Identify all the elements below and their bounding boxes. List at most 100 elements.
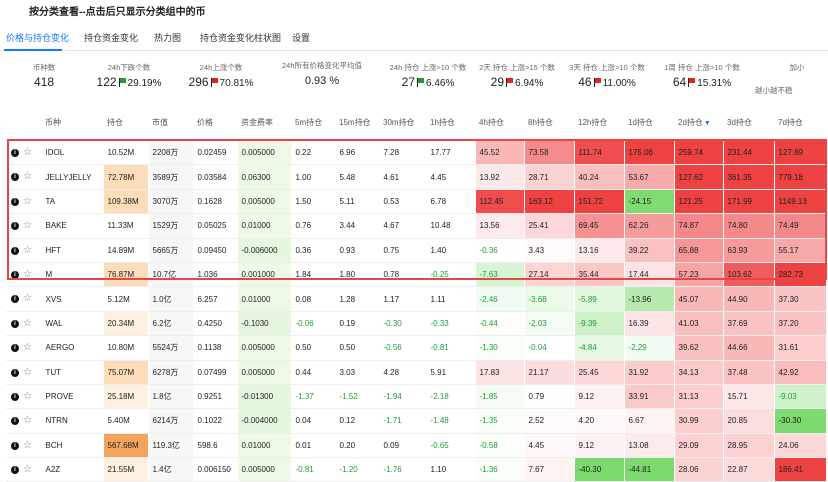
star-icon[interactable]: ☆ [23,318,32,328]
table-row[interactable]: i ☆ TUT 75.07M 6278万 0.07499 0.005000 0.44 3.03 4… [6,360,827,385]
info-icon[interactable]: i [11,392,19,401]
oi-change-cell: 112.45 [475,189,525,215]
star-icon[interactable]: ☆ [23,367,32,377]
oi-change-cell: -1.85 [475,384,525,410]
funding-rate: 0.005000 [237,335,292,361]
column-header-1[interactable]: 币种 [41,104,103,141]
column-header-12[interactable]: 12h持仓 [574,104,624,141]
info-icon[interactable]: i [11,466,19,475]
column-header-11[interactable]: 8h持仓 [524,104,574,141]
info-icon[interactable]: i [11,271,19,280]
table-row[interactable]: i ☆ BAKE 11.33M 1529万 0.05025 0.01000 0.76 3.44 4… [6,213,827,239]
table-row[interactable]: i ☆ HFT 14.89M 5665万 0.09450 -0.006000 0.36 0.93… [6,238,827,263]
star-icon[interactable]: ☆ [23,245,32,255]
tab-heatmap[interactable]: 热力图 [154,31,181,44]
oi-change-cell: -30.30 [774,408,827,434]
star-icon[interactable]: ☆ [23,391,32,401]
table-row[interactable]: i ☆ JELLYJELLY 72.78M 3589万 0.03584 0.06300 1.0… [6,164,827,190]
column-header-14[interactable]: 2d持仓▼ [674,104,723,141]
column-header-9[interactable]: 1h持仓 [426,104,475,141]
oi-change-cell: 3.43 [524,238,575,263]
info-icon[interactable]: i [11,149,19,158]
oi-change-cell: -2.18 [426,384,476,410]
table-row[interactable]: i ☆ AERGO 10.80M 5524万 0.1138 0.005000 0.50 0.50… [6,335,827,361]
column-header-label: 2d持仓 [678,117,703,127]
info-icon[interactable]: i [11,222,19,231]
oi-change-cell: 55.17 [774,238,827,263]
tab-price-oi[interactable]: 价格与持仓变化 [6,31,69,44]
column-header-10[interactable]: 4h持仓 [475,104,524,141]
stat-label: 3天 持仓 上涨>10 个数 [569,63,645,72]
info-icon[interactable]: i [11,368,19,377]
tab-oi-bar-chart[interactable]: 持仓资金变化柱状图 [200,31,281,44]
oi-change-cell: 6.67 [624,408,675,434]
info-icon[interactable]: i [11,441,19,450]
stat-percent: 70.81% [219,78,254,89]
star-icon[interactable]: ☆ [23,416,32,426]
star-icon[interactable]: ☆ [23,221,32,231]
oi-change-cell: 37.20 [774,311,827,337]
oi-change-cell: -2.46 [475,286,525,312]
table-row[interactable]: i ☆ PROVE 25.18M 1.8亿 0.9251 -0.01300 -1.37 -1.5… [6,384,827,410]
price: 1.036 [193,262,238,288]
table-row[interactable]: i ☆ IDOL 10.52M 2208万 0.02459 0.005000 0.22 6.96… [6,140,827,166]
star-icon[interactable]: ☆ [23,440,32,450]
oi-change-cell: -0.25 [426,262,476,288]
stat-label: 1周 持仓 上涨>10 个数 [664,63,740,72]
funding-rate: 0.01000 [237,286,292,312]
star-icon[interactable]: ☆ [23,172,32,182]
open-interest: 5.40M [103,408,149,434]
sort-desc-icon[interactable]: ▼ [704,120,711,127]
coin-symbol: HFT [41,238,104,263]
column-header-15[interactable]: 3d持仓 [723,104,774,141]
tab-oi-funding[interactable]: 持仓资金变化 [84,31,138,44]
oi-change-cell: 57.23 [674,262,724,288]
column-header-8[interactable]: 30m持仓 [379,104,426,141]
oi-change-cell: 17.44 [624,262,675,288]
info-icon[interactable]: i [11,246,19,255]
star-icon[interactable]: ☆ [23,465,32,475]
star-icon[interactable]: ☆ [23,148,32,158]
market-cap: 3589万 [148,164,194,190]
info-icon[interactable]: i [11,319,19,328]
tab-settings[interactable]: 设置 [292,31,310,44]
info-icon[interactable]: i [11,197,19,206]
column-header-label: 8h持仓 [528,117,553,127]
funding-rate: 0.005000 [237,360,292,385]
column-header-13[interactable]: 1d持仓 [624,104,674,141]
info-icon[interactable]: i [11,417,19,426]
oi-change-cell: 37.30 [774,286,827,312]
oi-change-cell: -0.33 [426,311,476,337]
column-header-16[interactable]: 7d持仓 [774,104,826,141]
table-row[interactable]: i ☆ BCH 567.68M 119.3亿 598.6 0.01000 0.01 0.20 0.… [6,433,827,459]
table-row[interactable]: i ☆ A2Z 21.55M 1.4亿 0.006150 0.005000 -0.81 -1.2… [6,457,827,482]
star-icon[interactable]: ☆ [23,196,32,206]
column-header-5[interactable]: 资金费率 [237,104,291,141]
column-header-label: 7d持仓 [778,117,803,127]
oi-change-cell: 127.62 [674,164,724,190]
oi-change-cell: 31.92 [624,360,675,385]
star-icon[interactable]: ☆ [23,270,32,280]
info-icon[interactable]: i [11,344,19,353]
oi-change-cell: 9.12 [574,384,625,410]
oi-change-cell: 17.83 [475,360,525,385]
table-row[interactable]: i ☆ WAL 20.34M 6.2亿 0.4250 -0.1030 -0.06 0.19 -0.… [6,311,827,337]
star-icon[interactable]: ☆ [23,294,32,304]
column-header-7[interactable]: 15m持仓 [335,104,379,141]
oi-change-cell: 28.71 [524,164,575,190]
star-icon[interactable]: ☆ [23,343,32,353]
info-icon[interactable]: i [11,295,19,304]
table-row[interactable]: i ☆ M 76.87M 10.7亿 1.036 0.001000 1.84 1.80 0.78-… [6,262,827,288]
table-row[interactable]: i ☆ NTRN 5.40M 6214万 0.1022 -0.004000 0.04 0.12-… [6,408,827,434]
market-cap: 5665万 [148,238,194,263]
column-header-3[interactable]: 市值 [148,104,193,141]
table-row[interactable]: i ☆ XVS 5.12M 1.0亿 6.257 0.01000 0.08 1.28 1.17 1.… [6,286,827,312]
price: 0.006150 [193,457,238,482]
oi-change-cell: 1.50 [291,189,336,215]
column-header-4[interactable]: 价格 [193,104,237,141]
column-header-2[interactable]: 持仓 [103,104,148,141]
oi-change-cell: 231.44 [723,140,775,166]
table-row[interactable]: i ☆ TA 109.38M 3070万 0.1628 0.005000 1.50 5.11 0.… [6,189,827,215]
info-icon[interactable]: i [11,173,19,182]
column-header-6[interactable]: 5m持仓 [291,104,335,141]
